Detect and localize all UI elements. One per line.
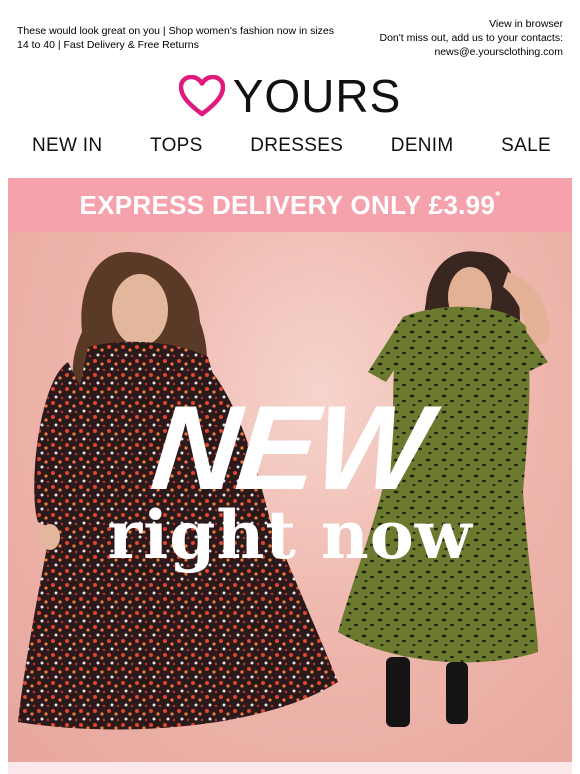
nav-item-dresses[interactable]: DRESSES	[250, 134, 343, 160]
brand-logo[interactable]: YOURS	[0, 72, 580, 120]
brand-name: YOURS	[232, 70, 402, 122]
nav-item-new-in[interactable]: NEW IN	[32, 134, 102, 160]
preheader-text: These would look great on you | Shop wom…	[17, 25, 334, 51]
main-nav: NEW IN TOPS DRESSES DENIM SALE	[0, 134, 580, 160]
nav-item-sale[interactable]: SALE	[501, 134, 551, 160]
nav-item-tops[interactable]: TOPS	[150, 134, 203, 160]
contacts-prompt: Don't miss out, add us to your contacts:	[379, 32, 563, 44]
top-right-links: View in browser Don't miss out, add us t…	[323, 17, 563, 59]
heart-icon	[178, 75, 225, 117]
contact-email-link[interactable]: news@e.yoursclothing.com	[323, 45, 563, 59]
nav-item-denim[interactable]: DENIM	[391, 134, 454, 160]
view-in-browser-link[interactable]: View in browser	[323, 17, 563, 31]
express-delivery-banner[interactable]: EXPRESS DELIVERY ONLY £3.99*	[8, 178, 572, 232]
promo-asterisk: *	[495, 187, 501, 203]
hero-subheadline: right now	[107, 496, 473, 574]
promo-text: EXPRESS DELIVERY ONLY £3.99*	[79, 187, 501, 220]
bottom-divider	[8, 762, 572, 774]
hero-headline: NEW	[145, 381, 435, 515]
hero-banner[interactable]: NEW right now	[8, 232, 572, 762]
